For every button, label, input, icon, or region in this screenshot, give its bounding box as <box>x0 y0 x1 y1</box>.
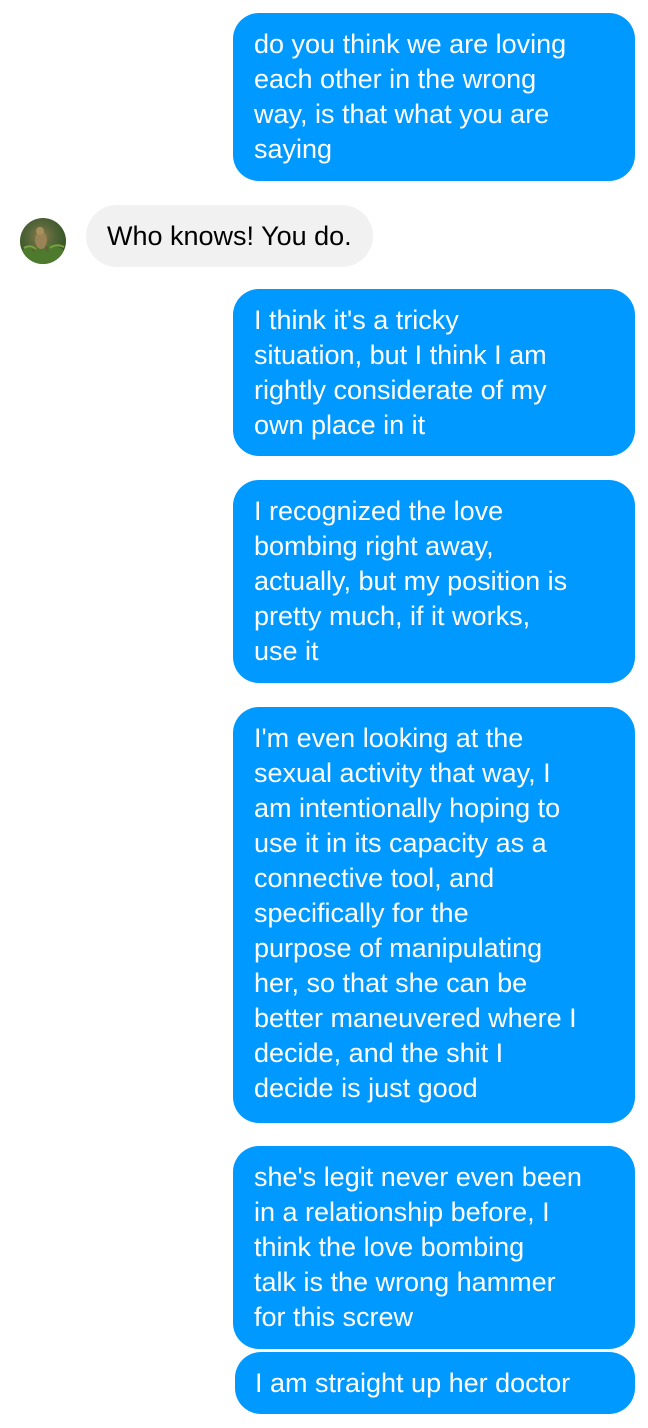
sent-message[interactable]: she's legit never even been in a relatio… <box>233 1146 635 1349</box>
sent-message[interactable]: I think it's a tricky situation, but I t… <box>233 289 635 456</box>
received-message[interactable]: Who knows! You do. <box>86 205 373 267</box>
sent-message[interactable]: I'm even looking at the sexual activity … <box>233 707 635 1123</box>
sent-message[interactable]: do you think we are loving each other in… <box>233 13 635 181</box>
contact-avatar[interactable] <box>20 218 66 264</box>
sent-message[interactable]: I am straight up her doctor <box>235 1352 635 1414</box>
message-thread: do you think we are loving each other in… <box>0 0 648 1428</box>
contact-avatar-photo-icon <box>21 227 65 264</box>
sent-message[interactable]: I recognized the love bombing right away… <box>233 480 635 683</box>
